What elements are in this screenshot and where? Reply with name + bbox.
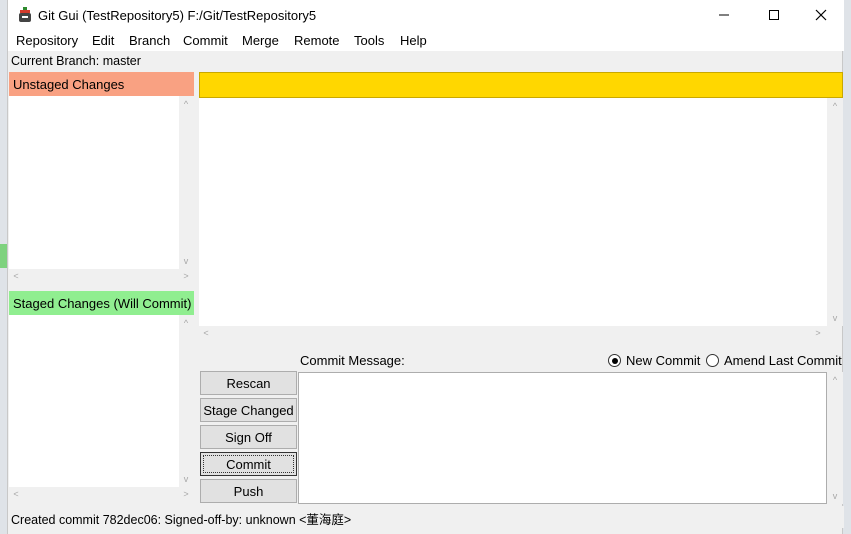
minimize-button[interactable]: [701, 0, 747, 30]
close-button[interactable]: [798, 0, 844, 30]
git-app-icon: [19, 7, 31, 22]
scroll-up-icon[interactable]: ^: [828, 101, 842, 111]
stage-changed-button[interactable]: Stage Changed: [200, 398, 297, 422]
new-commit-label[interactable]: New Commit: [626, 353, 700, 368]
scroll-down-icon[interactable]: v: [828, 491, 842, 501]
menu-commit[interactable]: Commit: [183, 33, 228, 48]
scroll-up-icon[interactable]: ^: [179, 318, 193, 328]
desktop-background-right: [842, 0, 851, 534]
desktop-background-left-accent: [0, 244, 7, 268]
staged-horizontal-scrollbar[interactable]: < >: [9, 487, 194, 504]
unstaged-vertical-scrollbar[interactable]: ^ v: [179, 96, 194, 269]
commit-button[interactable]: Commit: [200, 452, 297, 476]
menu-repository[interactable]: Repository: [16, 33, 78, 48]
staged-file-list[interactable]: [9, 315, 179, 487]
window-title: Git Gui (TestRepository5) F:/Git/TestRep…: [38, 8, 317, 23]
scroll-right-icon[interactable]: >: [179, 271, 193, 281]
amend-commit-label[interactable]: Amend Last Commit: [724, 353, 842, 368]
scroll-down-icon[interactable]: v: [828, 313, 842, 323]
scroll-up-icon[interactable]: ^: [828, 375, 842, 385]
maximize-button[interactable]: [751, 0, 797, 30]
scroll-left-icon[interactable]: <: [199, 328, 213, 338]
unstaged-changes-header: Unstaged Changes: [9, 72, 194, 96]
current-branch-label: Current Branch: master: [11, 54, 141, 68]
commit-message-input[interactable]: [298, 372, 827, 504]
maximize-icon: [769, 10, 779, 20]
scroll-left-icon[interactable]: <: [9, 489, 23, 499]
sign-off-button[interactable]: Sign Off: [200, 425, 297, 449]
push-button[interactable]: Push: [200, 479, 297, 503]
menu-bar: Repository Edit Branch Commit Merge Remo…: [8, 30, 844, 51]
scroll-right-icon[interactable]: >: [811, 328, 825, 338]
menu-tools[interactable]: Tools: [354, 33, 384, 48]
staged-vertical-scrollbar[interactable]: ^ v: [179, 315, 194, 487]
menu-remote[interactable]: Remote: [294, 33, 340, 48]
menu-help[interactable]: Help: [400, 33, 427, 48]
menu-edit[interactable]: Edit: [92, 33, 114, 48]
close-icon: [815, 9, 827, 21]
commit-message-label: Commit Message:: [300, 353, 405, 368]
scroll-left-icon[interactable]: <: [9, 271, 23, 281]
commit-message-scrollbar[interactable]: ^ v: [827, 372, 843, 504]
diff-file-header: [199, 72, 843, 98]
scroll-down-icon[interactable]: v: [179, 256, 193, 266]
scroll-down-icon[interactable]: v: [179, 474, 193, 484]
rescan-button[interactable]: Rescan: [200, 371, 297, 395]
scroll-up-icon[interactable]: ^: [179, 99, 193, 109]
staged-changes-header: Staged Changes (Will Commit): [9, 291, 194, 315]
amend-commit-radio[interactable]: [706, 354, 719, 367]
minimize-icon: [719, 14, 729, 16]
menu-branch[interactable]: Branch: [129, 33, 170, 48]
title-bar[interactable]: Git Gui (TestRepository5) F:/Git/TestRep…: [8, 0, 844, 30]
menu-merge[interactable]: Merge: [242, 33, 279, 48]
status-message: Created commit 782dec06: Signed-off-by: …: [11, 513, 352, 527]
status-bar: Created commit 782dec06: Signed-off-by: …: [8, 506, 844, 528]
unstaged-file-list[interactable]: [9, 96, 179, 269]
diff-horizontal-scrollbar[interactable]: < >: [199, 326, 827, 343]
scroll-right-icon[interactable]: >: [179, 489, 193, 499]
unstaged-horizontal-scrollbar[interactable]: < >: [9, 269, 194, 286]
new-commit-radio[interactable]: [608, 354, 621, 367]
git-gui-window: Git Gui (TestRepository5) F:/Git/TestRep…: [7, 0, 844, 534]
diff-vertical-scrollbar[interactable]: ^ v: [827, 98, 843, 326]
diff-viewer[interactable]: [199, 98, 827, 326]
